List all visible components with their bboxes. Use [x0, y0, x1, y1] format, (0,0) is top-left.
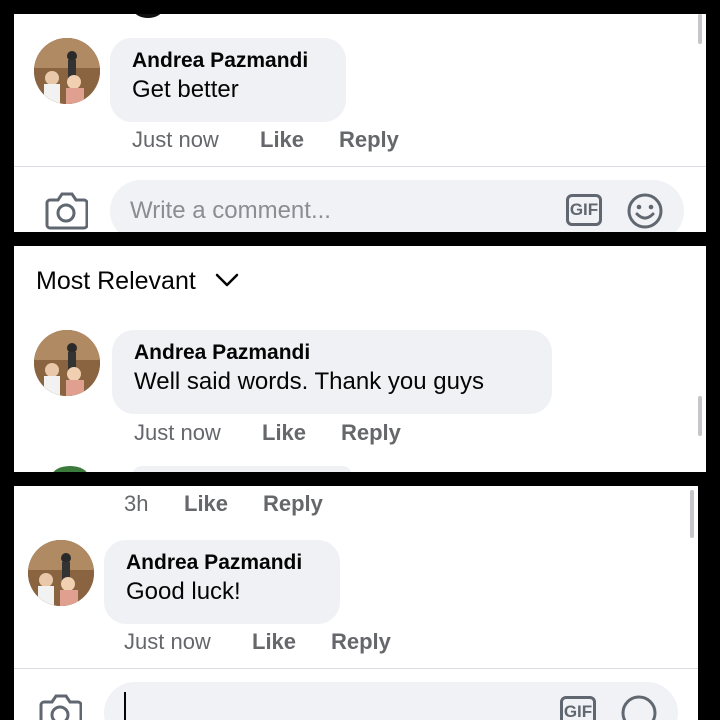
comment-input-placeholder: Write a comment...: [130, 197, 331, 224]
comment-author[interactable]: Andrea Pazmandi: [126, 550, 318, 576]
like-button[interactable]: Like: [252, 628, 296, 656]
comment-author[interactable]: Andrea Pazmandi: [134, 340, 530, 366]
gif-label: GIF: [569, 200, 599, 219]
comment-bubble: Andrea Pazmandi Well said words. Thank y…: [112, 330, 552, 414]
comment-author[interactable]: Andrea Pazmandi: [132, 48, 324, 74]
comment-time: 3h: [124, 491, 149, 516]
reply-button[interactable]: Reply: [341, 419, 401, 447]
comment-panel-1: Andrea Pazmandi Get better Just now Like…: [14, 14, 706, 232]
gif-button[interactable]: GIF: [560, 696, 596, 720]
emoji-icon[interactable]: [626, 192, 664, 232]
avatar[interactable]: [34, 330, 100, 396]
text-cursor: [124, 692, 126, 720]
scrollbar[interactable]: [690, 490, 694, 538]
scrollbar[interactable]: [698, 14, 702, 44]
comment-time: Just now: [134, 420, 221, 445]
comment-panel-3: 3h Like Reply Andrea Pazmandi Good luck!…: [14, 486, 698, 720]
chevron-down-icon: [214, 270, 240, 295]
comment-time: Just now: [132, 127, 219, 152]
reply-button[interactable]: Reply: [339, 126, 399, 154]
comment-text: Good luck!: [126, 578, 241, 605]
gif-label: GIF: [563, 702, 593, 720]
comment-panel-2: Most Relevant Andrea Pazmandi Well said …: [14, 246, 706, 472]
divider: [14, 166, 706, 167]
gif-button[interactable]: GIF: [566, 194, 602, 226]
comment-input[interactable]: Write a comment... GIF: [110, 180, 684, 232]
sort-label: Most Relevant: [36, 267, 196, 295]
camera-icon[interactable]: [44, 190, 89, 232]
partial-icon-top: [134, 14, 162, 18]
like-button[interactable]: Like: [184, 490, 228, 518]
comment-bubble: Andrea Pazmandi Good luck!: [104, 540, 340, 624]
emoji-icon[interactable]: [620, 694, 658, 720]
next-bubble-partial: [132, 466, 352, 472]
comment-text: Well said words. Thank you guys: [134, 368, 484, 395]
camera-icon[interactable]: [38, 692, 83, 720]
avatar[interactable]: [34, 38, 100, 104]
comment-time: Just now: [124, 629, 211, 654]
next-avatar-partial: [52, 466, 88, 472]
comment-text: Get better: [132, 76, 239, 103]
like-button[interactable]: Like: [260, 126, 304, 154]
divider: [14, 668, 698, 669]
comment-bubble: Andrea Pazmandi Get better: [110, 38, 346, 122]
like-button[interactable]: Like: [262, 419, 306, 447]
reply-button[interactable]: Reply: [331, 628, 391, 656]
comment-input[interactable]: GIF: [104, 682, 678, 720]
reply-button[interactable]: Reply: [263, 490, 323, 518]
sort-dropdown[interactable]: Most Relevant: [14, 246, 274, 316]
scrollbar[interactable]: [698, 396, 702, 436]
avatar[interactable]: [28, 540, 94, 606]
